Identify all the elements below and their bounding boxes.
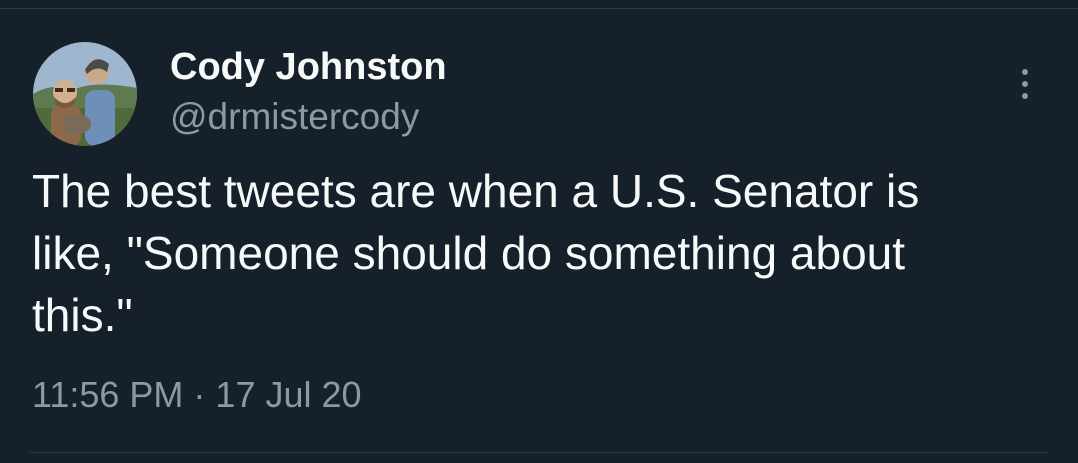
tweet-text: The best tweets are when a U.S. Senator … (32, 160, 1042, 346)
avatar-photo (33, 42, 137, 146)
more-vertical-icon (1022, 69, 1028, 75)
more-vertical-icon (1022, 93, 1028, 99)
display-name[interactable]: Cody Johnston (170, 44, 447, 90)
more-vertical-icon (1022, 81, 1028, 87)
tweet-text-line: The best tweets are when a U.S. Senator … (32, 165, 920, 217)
tweet-meta: 11:56 PM · 17 Jul 20 (32, 372, 362, 418)
avatar[interactable] (33, 42, 137, 146)
tweet-text-line: this." (32, 289, 133, 341)
top-divider (0, 8, 1078, 9)
tweet-date[interactable]: 17 Jul 20 (215, 374, 361, 415)
bottom-divider (30, 452, 1048, 453)
meta-separator: · (193, 374, 206, 415)
user-handle[interactable]: @drmistercody (170, 95, 419, 139)
more-options-button[interactable] (1005, 62, 1045, 106)
tweet-text-line: like, "Someone should do something about (32, 227, 906, 279)
tweet-time[interactable]: 11:56 PM (32, 374, 183, 415)
